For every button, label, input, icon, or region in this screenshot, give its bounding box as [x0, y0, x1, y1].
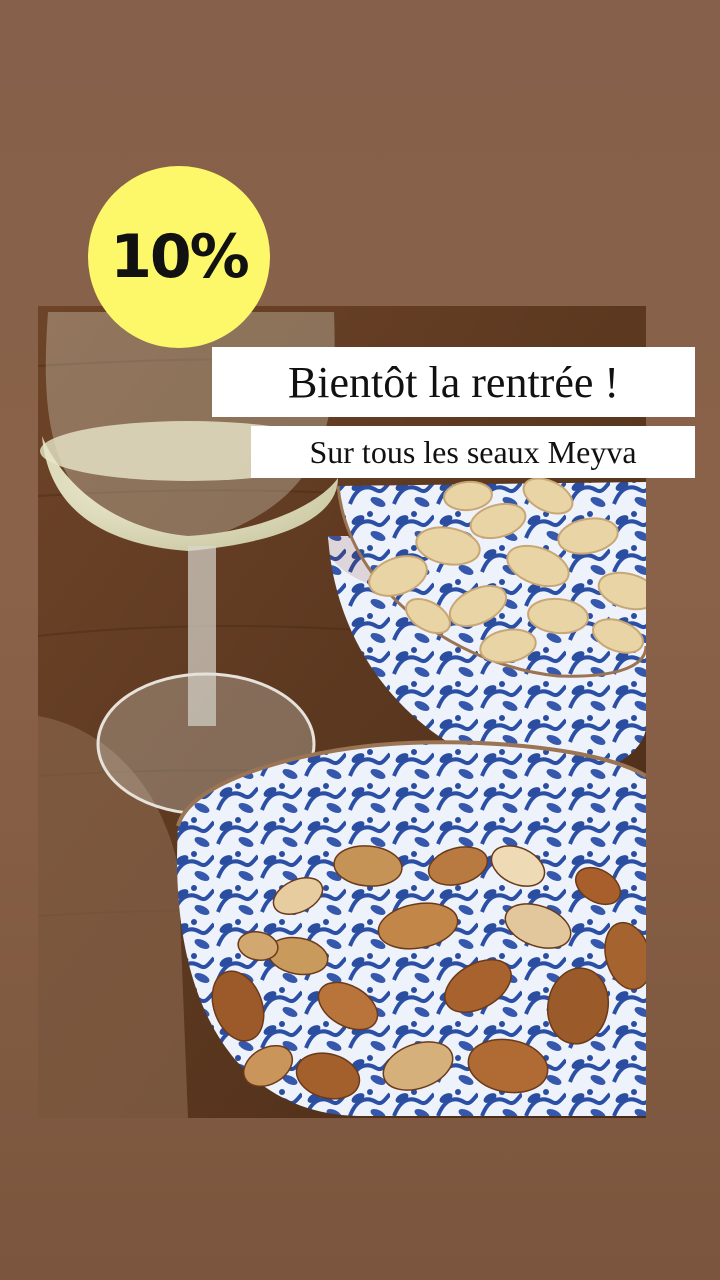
- discount-badge: 10%: [88, 166, 270, 348]
- mixed-nuts-bowl: [176, 740, 646, 1116]
- subheadline-caption: Sur tous les seaux Meyva: [251, 426, 695, 478]
- headline-caption: Bientôt la rentrée !: [212, 347, 695, 417]
- discount-text: 10%: [110, 222, 250, 292]
